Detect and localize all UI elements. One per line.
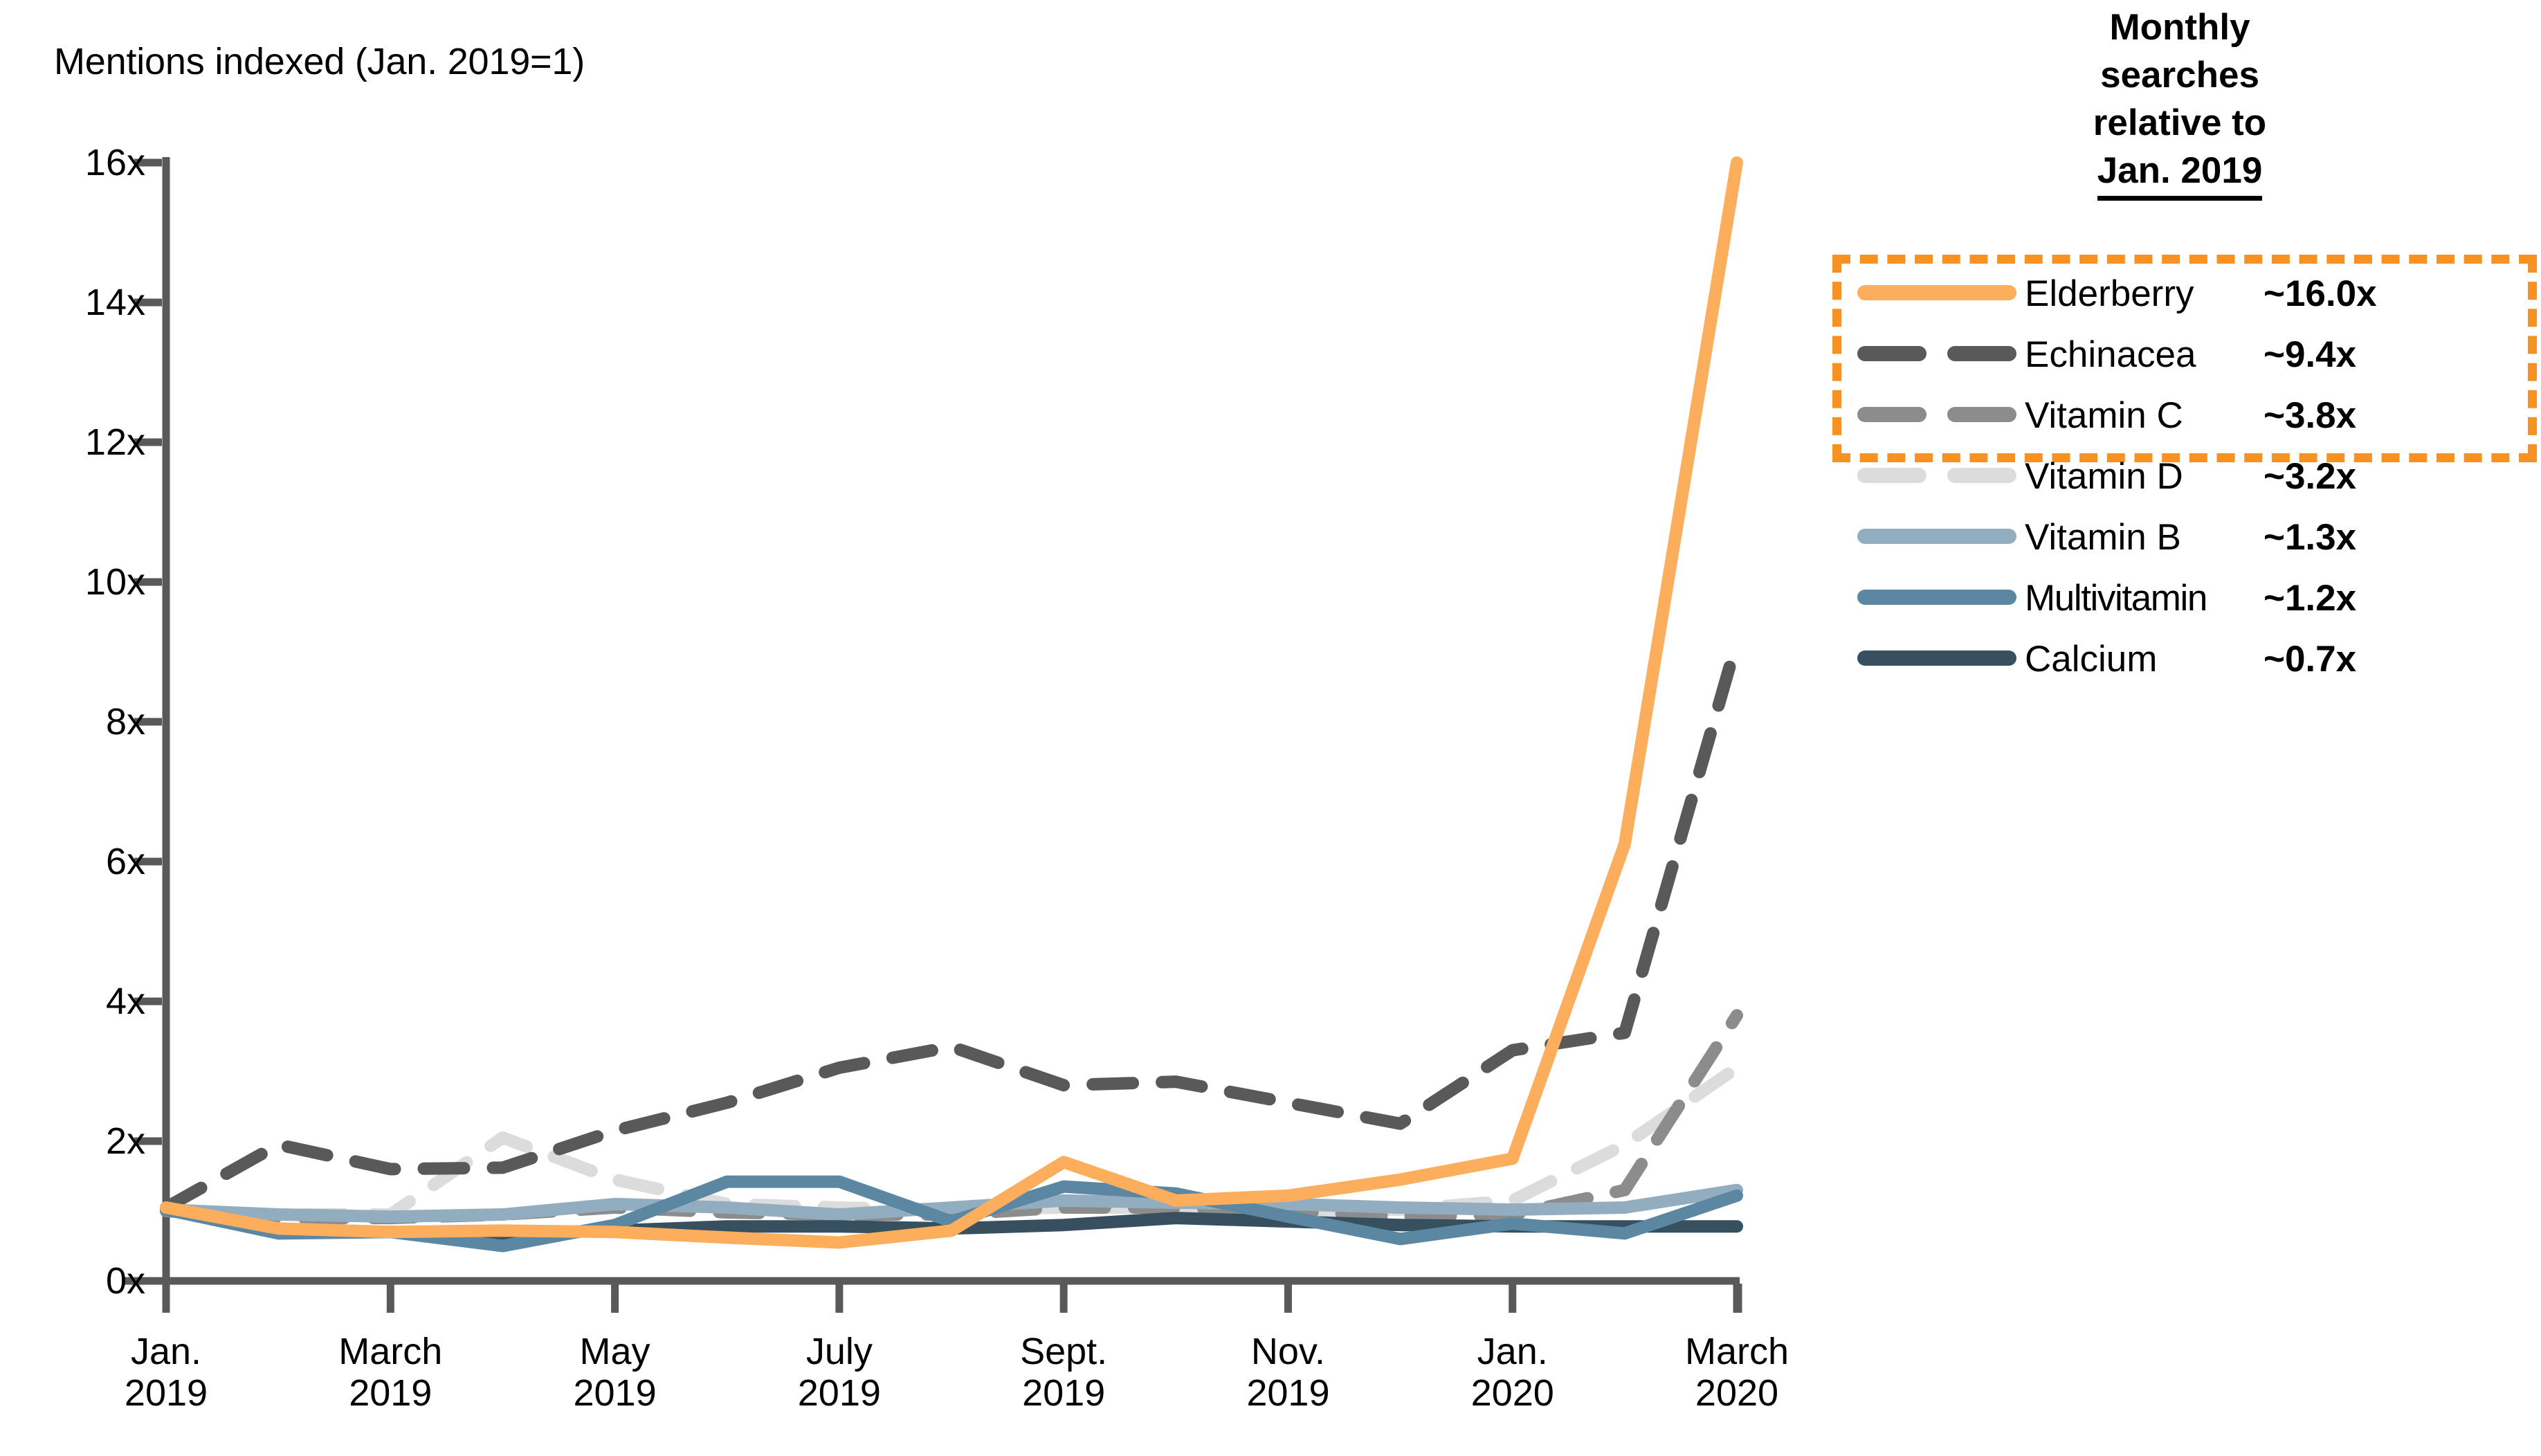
legend-item-value: ~3.2x [2264,455,2357,497]
legend-color-swatch [1857,650,2016,667]
legend-item-echinacea[interactable]: Echinacea ~9.4x [1827,324,2541,385]
y-tick-label: 0x [105,1260,145,1302]
legend-item-label: Elderberry [2025,273,2194,314]
series-line-vitamin-c [160,1009,1743,1225]
x-tick-year: 2019 [797,1372,881,1414]
legend-item-label: Calcium [2025,638,2158,680]
x-tick-month: March [338,1331,443,1372]
legend-color-swatch [1857,590,2016,606]
legend-header: Monthly searches relative to Jan. 2019 [1827,4,2533,201]
x-tick-year: 2020 [1470,1372,1554,1414]
legend-item-multivitamin[interactable]: Multivitamin ~1.2x [1827,567,2541,628]
legend-item-label: Vitamin B [2025,516,2181,558]
legend-panel: Monthly searches relative to Jan. 2019 E… [1827,0,2541,830]
legend-header-line-3: relative to [2093,102,2267,143]
legend-item-label: Echinacea [2025,334,2196,375]
legend-item-label: Multivitamin [2025,577,2207,619]
y-tick-label: 8x [105,701,145,743]
x-tick-label: July 2019 [736,1331,943,1414]
y-tick-label: 16x [84,142,145,183]
y-tick-label: 6x [105,841,145,882]
legend-color-swatch [1857,529,2016,545]
legend-item-value: ~16.0x [2264,273,2377,314]
legend-item-value: ~0.7x [2264,638,2357,680]
x-tick-year: 2019 [573,1372,657,1414]
y-tick-label: 2x [105,1120,145,1162]
x-tick-label: March 2020 [1633,1331,1841,1414]
legend-color-swatch [1857,407,2016,424]
legend-header-line-4: Jan. 2019 [2097,147,2263,201]
y-tick-label: 10x [84,561,145,603]
y-tick-label: 4x [105,981,145,1022]
line-chart-plot [123,156,1743,1313]
legend-item-value: ~1.3x [2264,516,2357,558]
legend-item-label: Vitamin C [2025,394,2183,436]
y-tick-label: 12x [84,421,145,463]
x-tick-month: Nov. [1250,1331,1325,1372]
x-tick-month: Sept. [1020,1331,1108,1372]
x-tick-year: 2019 [124,1372,208,1414]
x-tick-year: 2019 [349,1372,432,1414]
x-tick-label: May 2019 [511,1331,719,1414]
x-tick-month: July [805,1331,873,1372]
legend-item-value: ~1.2x [2264,577,2357,619]
chart-container: Mentions indexed (Jan. 2019=1) 0x 2x 4x 6x 8… [0,0,2541,1456]
x-tick-label: Sept. 2019 [960,1331,1167,1414]
series-line-vitamin-d [160,1061,1743,1221]
legend-color-swatch [1857,285,2016,302]
legend-item-value: ~9.4x [2264,334,2357,375]
x-tick-label: Jan. 2019 [62,1331,270,1414]
x-tick-month: May [579,1331,650,1372]
y-tick-label: 14x [84,282,145,323]
legend-item-vitamin-b[interactable]: Vitamin B ~1.3x [1827,507,2541,567]
legend-item-calcium[interactable]: Calcium ~0.7x [1827,628,2541,689]
x-tick-label: Jan. 2020 [1409,1331,1616,1414]
legend-item-label: Vitamin D [2025,455,2183,497]
x-tick-year: 2019 [1246,1372,1330,1414]
x-tick-month: March [1684,1331,1789,1372]
legend-color-swatch [1857,346,2016,363]
series-line-elderberry [160,156,1743,1249]
x-tick-year: 2020 [1695,1372,1779,1414]
legend-item-elderberry[interactable]: Elderberry ~16.0x [1827,263,2541,324]
x-tick-month: Jan. [130,1331,202,1372]
x-tick-month: Jan. [1477,1331,1548,1372]
x-tick-label: March 2019 [286,1331,494,1414]
legend-item-value: ~3.8x [2264,394,2357,436]
series-line-echinacea [160,635,1743,1214]
legend-item-vitamin-d[interactable]: Vitamin D ~3.2x [1827,446,2541,507]
legend-color-swatch [1857,468,2016,484]
legend-items-list: Elderberry ~16.0x Echinacea ~9.4x Vitamin C ~… [1827,263,2541,689]
x-tick-year: 2019 [1022,1372,1106,1414]
legend-header-line-2: searches [2100,54,2259,95]
legend-header-line-1: Monthly [2109,7,2250,48]
legend-item-vitamin-c[interactable]: Vitamin C ~3.8x [1827,385,2541,446]
x-tick-label: Nov. 2019 [1184,1331,1392,1414]
